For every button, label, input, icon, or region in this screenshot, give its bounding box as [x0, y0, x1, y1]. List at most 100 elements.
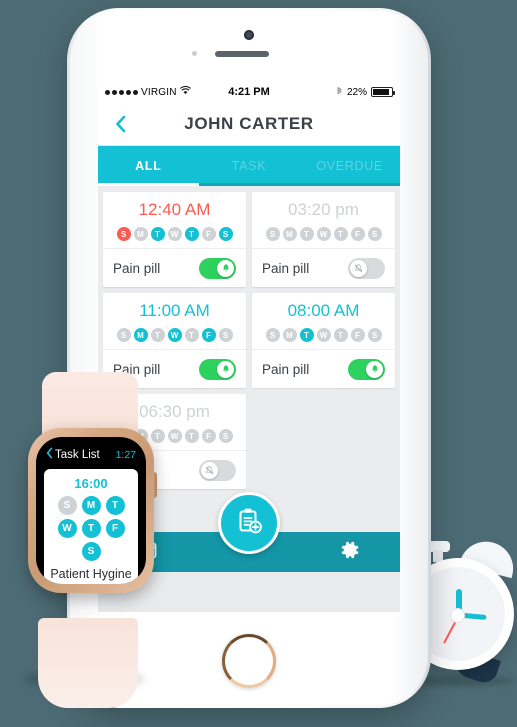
- day-chip[interactable]: S: [367, 227, 382, 241]
- add-task-button[interactable]: [218, 492, 280, 554]
- watch-back-label: Task List: [55, 448, 100, 461]
- tab-bar: ALL TASK OVERDUE: [98, 146, 400, 186]
- day-chip[interactable]: T: [184, 429, 199, 443]
- day-chip[interactable]: M: [133, 227, 148, 241]
- battery-percent-label: 22%: [347, 86, 368, 98]
- task-card-header: 11:00 AM S M T W T F S: [103, 293, 246, 349]
- apple-watch-device: Task List 1:27 16:00 S M T W T F S Patie…: [6, 372, 166, 708]
- day-chip[interactable]: S: [218, 429, 233, 443]
- day-chip[interactable]: T: [299, 227, 314, 241]
- status-bar-clock: 4:21 PM: [228, 86, 270, 98]
- day-chip[interactable]: W: [167, 429, 182, 443]
- task-time: 08:00 AM: [287, 301, 360, 320]
- watch-back-button[interactable]: Task List: [46, 447, 100, 462]
- reminder-toggle[interactable]: [199, 459, 236, 481]
- watch-case: Task List 1:27 16:00 S M T W T F S Patie…: [28, 428, 154, 593]
- day-chip[interactable]: W: [57, 519, 77, 538]
- home-button[interactable]: [222, 634, 276, 688]
- day-chip[interactable]: T: [184, 227, 199, 241]
- reminder-toggle[interactable]: [348, 358, 385, 380]
- day-chip[interactable]: W: [316, 328, 331, 342]
- day-chip[interactable]: M: [282, 328, 297, 342]
- task-label: Pain pill: [262, 260, 310, 276]
- task-card-footer: Pain pill: [252, 350, 395, 388]
- bell-slash-icon: [350, 259, 367, 277]
- task-time: 03:20 pm: [288, 200, 359, 219]
- reminder-toggle[interactable]: [348, 257, 385, 279]
- day-chip[interactable]: S: [367, 328, 382, 342]
- task-card-header: 03:20 pm S M T W T F S: [252, 192, 395, 248]
- watch-task-time: 16:00: [74, 476, 108, 491]
- front-camera-icon: [244, 30, 254, 40]
- day-chip[interactable]: W: [167, 328, 182, 342]
- wifi-icon: [179, 86, 191, 98]
- day-chip[interactable]: F: [350, 328, 365, 342]
- chevron-left-icon: [46, 447, 53, 462]
- task-card[interactable]: 03:20 pm S M T W T F S Pain pill: [252, 192, 395, 287]
- day-chip[interactable]: T: [150, 328, 165, 342]
- day-chip[interactable]: T: [184, 328, 199, 342]
- task-card-header: 08:00 AM S M T W T F S: [252, 293, 395, 349]
- day-chip[interactable]: M: [81, 496, 101, 515]
- task-card[interactable]: 08:00 AM S M T W T F S Pain pill: [252, 293, 395, 388]
- day-chip[interactable]: T: [333, 227, 348, 241]
- day-chip[interactable]: M: [282, 227, 297, 241]
- task-time: 12:40 AM: [138, 200, 211, 219]
- task-card[interactable]: 12:40 AM S M T W T F S Pain pill: [103, 192, 246, 287]
- watch-day-selector: S M T W T F S: [50, 496, 132, 561]
- clock-center-pin: [451, 609, 464, 622]
- day-chip[interactable]: M: [133, 328, 148, 342]
- back-button[interactable]: [110, 114, 130, 134]
- day-chip[interactable]: F: [201, 328, 216, 342]
- page-title: JOHN CARTER: [184, 113, 314, 133]
- day-chip[interactable]: T: [105, 496, 125, 515]
- scene: VIRGIN 4:21 PM 22% JOHN CARTER ALL TASK …: [0, 0, 517, 727]
- reminder-toggle[interactable]: [199, 257, 236, 279]
- settings-button[interactable]: [299, 539, 400, 566]
- reminder-toggle[interactable]: [199, 358, 236, 380]
- day-chip[interactable]: F: [201, 429, 216, 443]
- day-chip[interactable]: S: [218, 328, 233, 342]
- status-bar-left: VIRGIN: [105, 86, 228, 98]
- task-card-header: 12:40 AM S M T W T F S: [103, 192, 246, 248]
- day-chip[interactable]: W: [316, 227, 331, 241]
- watch-clock: 1:27: [115, 448, 136, 461]
- bluetooth-icon: [336, 85, 343, 99]
- tab-task[interactable]: TASK: [199, 146, 300, 186]
- battery-icon: [371, 87, 396, 97]
- day-chip[interactable]: S: [116, 328, 131, 342]
- status-bar: VIRGIN 4:21 PM 22%: [98, 82, 400, 102]
- day-chip[interactable]: S: [81, 542, 101, 561]
- watch-task-label: Patient Hygine: [50, 567, 132, 581]
- day-selector: S M T W T F S: [252, 328, 395, 342]
- signal-strength-icon: [105, 89, 138, 95]
- task-card-footer: Pain pill: [103, 249, 246, 287]
- tab-overdue[interactable]: OVERDUE: [299, 146, 400, 186]
- clipboard-add-icon: [234, 506, 264, 541]
- day-chip[interactable]: S: [218, 227, 233, 241]
- task-label: Pain pill: [262, 361, 310, 377]
- task-time: 11:00 AM: [139, 301, 210, 320]
- day-chip[interactable]: T: [299, 328, 314, 342]
- day-selector: S M T W T F S: [103, 227, 246, 241]
- watch-task-card[interactable]: 16:00 S M T W T F S Patient Hygine: [44, 469, 138, 584]
- status-bar-right: 22%: [270, 85, 396, 99]
- day-chip[interactable]: S: [57, 496, 77, 515]
- day-chip[interactable]: W: [167, 227, 182, 241]
- day-chip[interactable]: T: [333, 328, 348, 342]
- day-chip[interactable]: F: [350, 227, 365, 241]
- day-chip[interactable]: S: [265, 227, 280, 241]
- day-chip[interactable]: T: [81, 519, 101, 538]
- tab-all[interactable]: ALL: [98, 146, 199, 186]
- day-chip[interactable]: F: [105, 519, 125, 538]
- gear-icon: [339, 539, 361, 566]
- carrier-label: VIRGIN: [141, 86, 177, 98]
- day-chip[interactable]: T: [150, 227, 165, 241]
- day-chip[interactable]: S: [116, 227, 131, 241]
- watch-nav-bar: Task List 1:27: [44, 447, 138, 462]
- day-chip[interactable]: F: [201, 227, 216, 241]
- bell-slash-icon: [201, 461, 218, 479]
- bell-icon: [366, 360, 383, 378]
- proximity-sensor-icon: [192, 51, 197, 56]
- day-chip[interactable]: S: [265, 328, 280, 342]
